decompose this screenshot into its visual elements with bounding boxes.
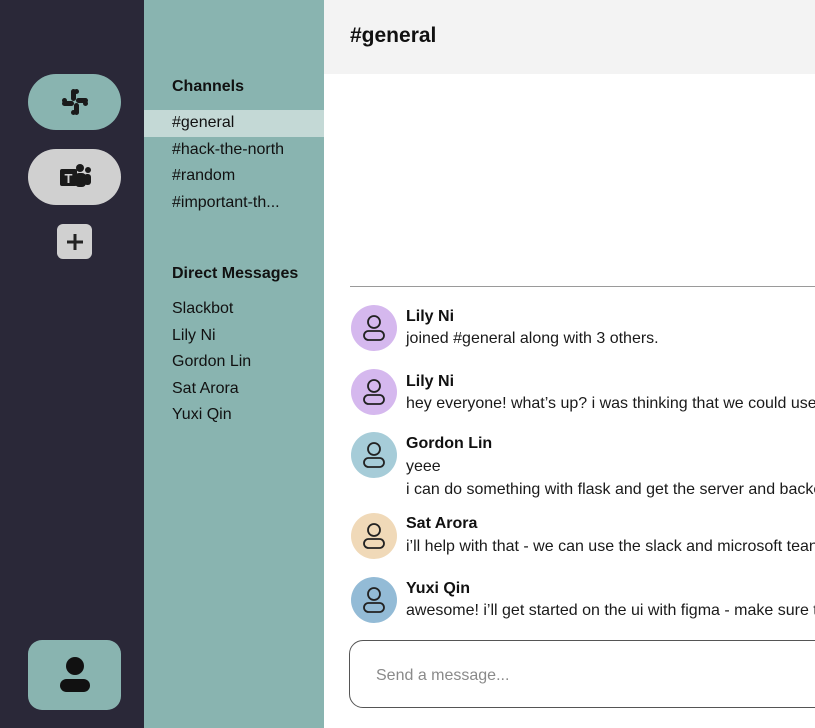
channel-title: #general	[350, 24, 437, 47]
dm-item-lily-ni[interactable]: Lily Ni	[144, 323, 324, 350]
user-outline-icon	[363, 379, 385, 405]
message-divider	[350, 286, 815, 287]
message-text: awesome! i’ll get started on the ui with…	[406, 602, 815, 619]
message-text: hey everyone! what’s up? i was thinking …	[406, 395, 815, 412]
direct-messages-heading: Direct Messages	[172, 265, 299, 282]
svg-text:T: T	[64, 171, 72, 186]
dm-item-yuxi-qin[interactable]: Yuxi Qin	[144, 402, 324, 429]
message-author[interactable]: Gordon Lin	[406, 435, 492, 453]
plus-icon	[66, 233, 83, 250]
message-text: i can do something with flask and get th…	[406, 481, 815, 498]
message-author[interactable]: Lily Ni	[406, 308, 454, 326]
user-outline-icon	[363, 315, 385, 341]
channel-list: #general #hack-the-north #random #import…	[144, 110, 324, 216]
user-outline-icon	[363, 523, 385, 549]
message-input[interactable]	[374, 663, 815, 689]
user-outline-icon	[363, 442, 385, 468]
add-workspace-button[interactable]	[57, 224, 92, 259]
profile-button[interactable]	[28, 640, 121, 710]
message-author[interactable]: Yuxi Qin	[406, 580, 470, 598]
avatar[interactable]	[351, 305, 397, 351]
teams-icon: T	[59, 164, 91, 187]
channel-header: #general	[324, 0, 815, 74]
workspace-slack-button[interactable]	[28, 74, 121, 130]
channel-sidebar: Channels #general #hack-the-north #rando…	[144, 0, 324, 728]
avatar[interactable]	[351, 577, 397, 623]
message-composer	[349, 640, 815, 708]
channels-heading: Channels	[172, 78, 245, 95]
channel-item-hack-the-north[interactable]: #hack-the-north	[144, 137, 324, 164]
channel-item-random[interactable]: #random	[144, 163, 324, 190]
avatar[interactable]	[351, 369, 397, 415]
message-text: joined #general along with 3 others.	[406, 330, 659, 347]
channel-item-general[interactable]: #general	[144, 110, 324, 137]
workspace-rail: T	[0, 0, 144, 728]
workspace-teams-button[interactable]: T	[28, 149, 121, 205]
slack-icon	[61, 89, 88, 115]
channel-item-important[interactable]: #important-th...	[144, 190, 324, 217]
avatar[interactable]	[351, 432, 397, 478]
dm-item-sat-arora[interactable]: Sat Arora	[144, 376, 324, 403]
dm-item-slackbot[interactable]: Slackbot	[144, 296, 324, 323]
dm-item-gordon-lin[interactable]: Gordon Lin	[144, 349, 324, 376]
message-author[interactable]: Sat Arora	[406, 515, 477, 533]
avatar[interactable]	[351, 513, 397, 559]
user-outline-icon	[363, 587, 385, 613]
dm-list: Slackbot Lily Ni Gordon Lin Sat Arora Yu…	[144, 296, 324, 429]
message-text: yeee	[406, 458, 441, 475]
user-icon	[59, 657, 90, 692]
message-text: i’ll help with that - we can use the sla…	[406, 538, 815, 555]
message-author[interactable]: Lily Ni	[406, 373, 454, 391]
